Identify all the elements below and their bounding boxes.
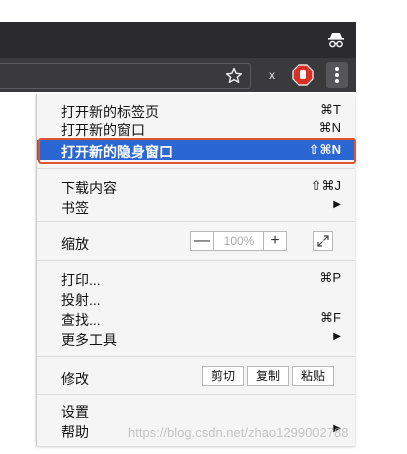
menu-item-settings[interactable]: 设置: [37, 400, 355, 420]
menu-item-shortcut: ⇧⌘J: [310, 178, 341, 193]
zoom-control: — 100% +: [190, 231, 287, 251]
menu-item-shortcut: ⌘F: [320, 310, 341, 325]
menu-item-label: 打开新的隐身窗口: [61, 144, 173, 160]
menu-item-label: 更多工具: [61, 332, 117, 348]
menu-item-shortcut: ⇧⌘N: [308, 142, 341, 157]
menu-item-new-window[interactable]: 打开新的窗口 ⌘N: [37, 118, 355, 138]
incognito-icon[interactable]: [326, 30, 346, 50]
menu-item-cast[interactable]: 投射...: [37, 288, 355, 308]
menu-item-shortcut: ⌘T: [320, 102, 341, 117]
menu-item-downloads[interactable]: 下载内容 ⇧⌘J: [37, 176, 355, 196]
vertical-dots-icon: [335, 79, 339, 83]
menu-divider: [37, 356, 355, 357]
watermark: https://blog.csdn.net/zhao1299002788: [128, 425, 349, 440]
menu-divider: [37, 221, 355, 222]
vertical-dots-icon: [335, 67, 339, 71]
fullscreen-icon: [317, 235, 329, 247]
menu-item-label: 设置: [61, 404, 89, 420]
menu-item-label: 投射...: [61, 292, 101, 308]
menu-item-label: 打印...: [61, 272, 101, 288]
menu-item-new-tab[interactable]: 打开新的标签页 ⌘T: [37, 100, 355, 120]
menu-item-label: 缩放: [61, 236, 89, 252]
cut-button[interactable]: 剪切: [202, 366, 244, 386]
paste-button[interactable]: 粘贴: [292, 366, 334, 386]
menu-item-label: 打开新的窗口: [61, 122, 145, 138]
menu-item-label: 帮助: [61, 424, 89, 440]
menu-item-print[interactable]: 打印... ⌘P: [37, 268, 355, 288]
vertical-dots-icon: [335, 73, 339, 77]
submenu-arrow-icon: ▶: [333, 199, 341, 210]
address-bar[interactable]: [0, 63, 251, 89]
menu-button[interactable]: [326, 62, 348, 88]
copy-button[interactable]: 复制: [247, 366, 289, 386]
title-bar: [0, 22, 356, 58]
stop-hand-icon[interactable]: [292, 64, 314, 86]
zoom-level: 100%: [223, 234, 255, 248]
x-extension-icon[interactable]: x: [264, 67, 280, 83]
menu-item-new-incognito-window[interactable]: 打开新的隐身窗口 ⇧⌘N: [37, 140, 355, 160]
menu-item-label: 书签: [61, 200, 89, 216]
submenu-arrow-icon: ▶: [333, 331, 341, 342]
menu-divider: [37, 394, 355, 395]
menu-divider: [37, 260, 355, 261]
zoom-in-button[interactable]: +: [263, 232, 286, 250]
star-icon[interactable]: [224, 66, 244, 86]
browser-menu: 打开新的标签页 ⌘T 打开新的窗口 ⌘N 打开新的隐身窗口 ⇧⌘N 下载内容 ⇧…: [36, 94, 355, 446]
menu-item-more-tools[interactable]: 更多工具 ▶: [37, 328, 355, 348]
fullscreen-button[interactable]: [313, 231, 333, 251]
zoom-out-button[interactable]: —: [191, 232, 214, 250]
menu-item-find[interactable]: 查找... ⌘F: [37, 308, 355, 328]
menu-item-bookmarks[interactable]: 书签 ▶: [37, 196, 355, 216]
menu-item-label: 下载内容: [61, 180, 117, 196]
menu-item-label: 修改: [61, 371, 89, 387]
browser-toolbar: x: [0, 58, 356, 92]
menu-item-shortcut: ⌘N: [318, 120, 341, 135]
menu-item-shortcut: ⌘P: [319, 270, 341, 285]
menu-divider: [37, 168, 355, 169]
menu-item-label: 查找...: [61, 312, 101, 328]
